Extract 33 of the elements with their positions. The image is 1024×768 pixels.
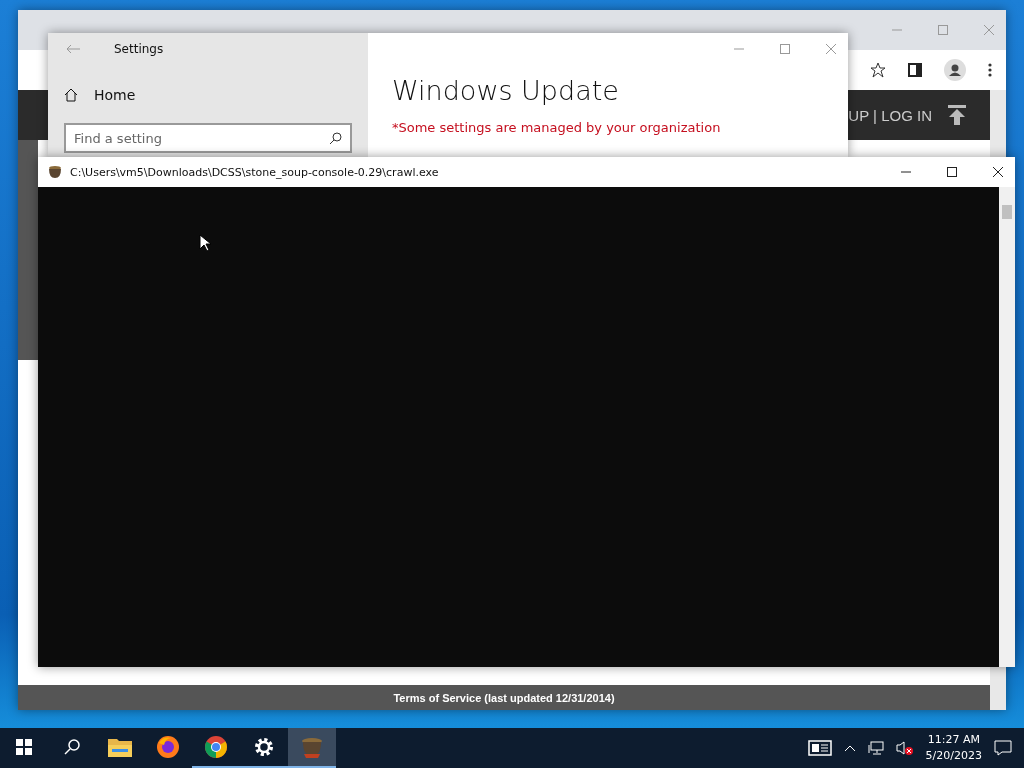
- page-heading: Windows Update: [392, 75, 620, 106]
- terms-link[interactable]: Terms of Service (last updated 12/31/2014): [393, 691, 615, 704]
- muted-speaker-icon[interactable]: [895, 741, 914, 755]
- upload-icon[interactable]: [948, 105, 966, 125]
- window-title: C:\Users\vm5\Downloads\DCSS\stone_soup-console-0.29\crawl.exe: [70, 165, 439, 179]
- gear-icon: [253, 736, 275, 758]
- chevron-up-icon[interactable]: [843, 744, 856, 752]
- clock[interactable]: 11:27 AM 5/20/2023: [925, 732, 982, 764]
- mouse-pointer-icon: [199, 234, 211, 252]
- search-field[interactable]: Find a setting: [64, 123, 352, 153]
- network-icon[interactable]: [867, 741, 884, 755]
- home-nav-item[interactable]: Home: [94, 87, 136, 103]
- search-icon: [330, 132, 342, 144]
- managed-notice: *Some settings are managed by your organization: [392, 120, 722, 135]
- window-title: Settings: [114, 42, 164, 56]
- pot-icon: [300, 736, 324, 758]
- scrollbar[interactable]: [999, 187, 1015, 667]
- news-icon[interactable]: [807, 740, 832, 756]
- maximize-icon[interactable]: [947, 167, 957, 177]
- windows-logo-icon: [16, 739, 32, 755]
- browser-logo-icon: [204, 735, 228, 759]
- search-icon: [64, 739, 80, 755]
- folder-icon: [108, 737, 132, 757]
- home-icon: [64, 88, 78, 102]
- star-icon[interactable]: [870, 62, 886, 78]
- notification-icon[interactable]: [994, 740, 1012, 756]
- profile-icon[interactable]: [944, 59, 966, 81]
- side-panel-icon[interactable]: [908, 63, 922, 77]
- menu-icon[interactable]: [988, 63, 992, 77]
- close-icon[interactable]: [993, 167, 1003, 177]
- signup-login-link[interactable]: UP | LOG IN: [848, 106, 932, 124]
- pot-icon: [48, 165, 62, 179]
- browser-logo-icon: [156, 735, 180, 759]
